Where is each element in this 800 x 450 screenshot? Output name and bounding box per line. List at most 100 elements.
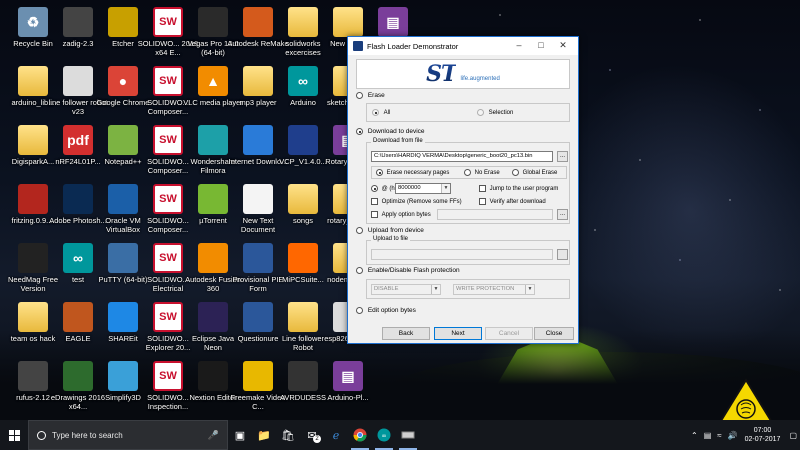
app-icon <box>353 41 363 51</box>
mail-icon[interactable]: ✉ 2 <box>300 420 324 450</box>
recycle-bin-icon: ♻ <box>18 7 48 37</box>
microphone-icon[interactable]: 🎤 <box>208 430 219 441</box>
optimize-label: Optimize (Remove some FFs) <box>381 199 462 206</box>
clock[interactable]: 07:00 02-07-2017 <box>745 426 781 444</box>
notepad-icon <box>108 125 138 155</box>
download-radio[interactable] <box>356 128 363 135</box>
zadig-icon <box>63 7 93 37</box>
chevron-up-icon[interactable]: ⌃ <box>691 431 698 440</box>
upload-option[interactable]: Upload from device <box>356 227 424 234</box>
upload-label: Upload from device <box>367 227 424 235</box>
caution-sign-icon <box>720 378 772 420</box>
maximize-button[interactable]: □ <box>532 39 550 52</box>
desktop: ♻ Recycle Bin zadig-2.3 Etcher SW SOLIDWO... … <box>0 0 800 420</box>
erase-selection-radio <box>477 109 484 116</box>
arduino-taskbar-icon[interactable]: ∞ <box>372 420 396 450</box>
no-erase-radio[interactable] <box>464 169 471 176</box>
download-label: Download to device <box>367 128 425 136</box>
utorrent-icon <box>198 184 228 214</box>
vegas-icon <box>198 7 228 37</box>
erase-option[interactable]: Erase <box>356 92 385 99</box>
back-button[interactable]: Back <box>382 327 430 340</box>
volume-icon[interactable]: 🔊 <box>728 431 738 440</box>
erase-mode-group: Erase necessary pages No Erase Global Er… <box>371 166 567 179</box>
verify-checkbox[interactable] <box>479 198 486 205</box>
next-button[interactable]: Next <box>434 327 482 340</box>
edit-option-bytes-radio[interactable] <box>356 307 363 314</box>
apply-option-bytes-label: Apply option bytes <box>381 212 431 219</box>
erase-radio[interactable] <box>356 92 363 99</box>
winrar-icon: ▤ <box>378 7 408 37</box>
solidworks-icon: SW <box>153 7 183 37</box>
taskbar: Type here to search 🎤 ▣ 📁 🛍 ✉ 2 ℯ ∞ ⌃ ▤ ≈… <box>0 420 800 450</box>
edge-icon[interactable]: ℯ <box>324 420 348 450</box>
protection-type-select: WRITE PROTECTION ▼ <box>453 284 535 295</box>
erase-selection-label: Selection <box>488 110 514 117</box>
file-explorer-icon[interactable]: 📁 <box>252 420 276 450</box>
global-erase-option[interactable]: Global Erase <box>512 169 557 176</box>
shareit-icon <box>108 302 138 332</box>
desktop-icon[interactable]: ▤ Arduino-Pl... <box>317 357 379 415</box>
verify-option[interactable]: Verify after download <box>479 198 546 205</box>
simplify3d-icon <box>108 361 138 391</box>
verify-label: Verify after download <box>489 199 546 206</box>
notifications-icon[interactable]: ▢ <box>789 431 797 440</box>
edit-option-bytes-label: Edit option bytes <box>367 307 416 315</box>
file-path-field[interactable]: C:\Users\HARDIQ VERMA\Desktop\generic_bo… <box>371 151 553 162</box>
arduino-icon: ∞ <box>288 66 318 96</box>
cancel-button: Cancel <box>485 327 533 340</box>
dialog-title: Flash Loader Demonstrator <box>367 41 459 51</box>
close-window-button[interactable]: ✕ <box>554 39 572 52</box>
mi-icon <box>288 243 318 273</box>
upload-radio[interactable] <box>356 227 363 234</box>
windows-icon <box>8 429 20 441</box>
flash-loader-taskbar-icon[interactable] <box>396 420 420 450</box>
edit-option-bytes-option[interactable]: Edit option bytes <box>356 307 416 314</box>
upload-file-field <box>371 249 553 260</box>
idm-icon <box>243 125 273 155</box>
minimize-button[interactable]: – <box>510 39 528 52</box>
download-group: Download from file C:\Users\HARDIQ VERMA… <box>366 138 570 224</box>
network-icon[interactable]: ▤ <box>704 431 712 440</box>
system-tray: ⌃ ▤ ≈ 🔊 07:00 02-07-2017 ▢ <box>688 420 800 450</box>
clock-date: 02-07-2017 <box>744 436 781 443</box>
task-view-icon[interactable]: ▣ <box>228 420 252 450</box>
browse-file-button[interactable]: ... <box>557 151 568 162</box>
download-option[interactable]: Download to device <box>356 128 425 135</box>
autodesk-icon <box>243 7 273 37</box>
st-banner: ST life.augmented <box>356 59 570 89</box>
jump-checkbox[interactable] <box>479 185 486 192</box>
solidworks-composer-icon: SW <box>153 125 183 155</box>
eagle-icon <box>63 302 93 332</box>
store-icon[interactable]: 🛍 <box>276 420 300 450</box>
fritzing-icon <box>18 184 48 214</box>
address-select[interactable]: 8000000 ▼ <box>395 183 451 194</box>
solidworks-inspection-icon: SW <box>153 361 183 391</box>
address-radio[interactable] <box>371 185 378 192</box>
protection-label: Enable/Disable Flash protection <box>367 267 460 275</box>
global-erase-radio[interactable] <box>512 169 519 176</box>
wifi-icon[interactable]: ≈ <box>717 431 721 440</box>
protection-radio[interactable] <box>356 267 363 274</box>
jump-option[interactable]: Jump to the user program <box>479 185 558 192</box>
no-erase-option[interactable]: No Erase <box>464 169 500 176</box>
close-button[interactable]: Close <box>534 327 574 340</box>
vlc-icon: ▲ <box>198 66 228 96</box>
folder-icon <box>18 302 48 332</box>
dialog-titlebar[interactable]: Flash Loader Demonstrator – □ ✕ <box>348 37 578 55</box>
solidworks-electrical-icon: SW <box>153 243 183 273</box>
erase-necessary-option[interactable]: Erase necessary pages <box>376 169 449 176</box>
optimize-option[interactable]: Optimize (Remove some FFs) <box>371 198 462 205</box>
apply-option-bytes-checkbox[interactable] <box>371 211 378 218</box>
chrome-icon: ● <box>108 66 138 96</box>
protection-option[interactable]: Enable/Disable Flash protection <box>356 267 460 274</box>
optimize-checkbox[interactable] <box>371 198 378 205</box>
photoshop-icon <box>63 184 93 214</box>
erase-necessary-radio[interactable] <box>376 169 383 176</box>
apply-option-bytes-option[interactable]: Apply option bytes <box>371 211 431 218</box>
address-option[interactable]: @ (h) <box>371 185 397 192</box>
chrome-taskbar-icon[interactable] <box>348 420 372 450</box>
taskbar-search-box[interactable]: Type here to search 🎤 <box>28 420 228 450</box>
putty-icon <box>108 243 138 273</box>
start-button[interactable] <box>0 420 28 450</box>
